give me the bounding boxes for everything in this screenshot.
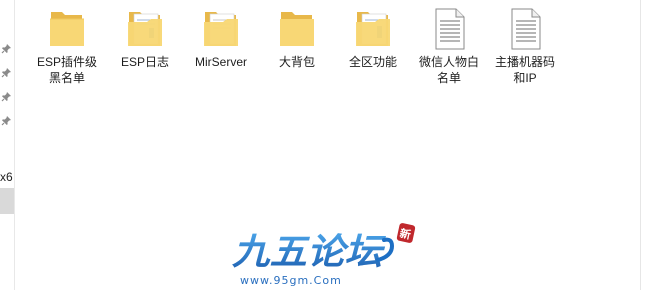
file-label-line: 名单 — [436, 71, 461, 85]
nav-item-selected[interactable] — [0, 188, 14, 214]
file-label-line: 全区功能 — [348, 55, 397, 69]
watermark-url: www.95gm.Com — [240, 274, 342, 287]
watermark-logo: 九五论坛 新 www.95gm.Com — [231, 223, 416, 287]
folder-with-files-icon — [356, 12, 390, 46]
scrollbar-track-edge — [640, 0, 641, 290]
file-label-line: 主播机器码 — [494, 55, 555, 69]
folder-icon — [50, 12, 84, 46]
pane-divider — [14, 0, 15, 290]
file-label-line: 大背包 — [278, 55, 315, 69]
folder-with-files-icon — [204, 12, 238, 46]
file-item-all-zone-features[interactable]: 全区功能 — [340, 6, 406, 70]
nav-item-truncated-label[interactable]: x6 — [0, 170, 13, 184]
pin-icon[interactable] — [1, 67, 12, 78]
text-file-icon — [435, 8, 465, 50]
file-item-big-backpack[interactable]: 大背包 — [264, 6, 330, 70]
file-label-line: 和IP — [513, 71, 537, 85]
pin-icon[interactable] — [1, 91, 12, 102]
file-item-esp-plugin-blacklist[interactable]: ESP插件级 黑名单 — [34, 6, 100, 86]
navigation-pane: x6 — [0, 0, 15, 290]
watermark-logo-text: 九五论坛 — [232, 232, 386, 273]
file-item-wechat-whitelist[interactable]: 微信人物白 名单 — [416, 6, 482, 86]
file-item-esp-log[interactable]: ESP日志 — [112, 6, 178, 70]
folder-with-files-icon — [128, 12, 162, 46]
file-item-mirserver[interactable]: MirServer — [188, 6, 254, 70]
file-item-streamer-machine-code[interactable]: 主播机器码 和IP — [492, 6, 558, 86]
folder-icon — [280, 12, 314, 46]
file-label-line: ESP插件级 — [36, 55, 97, 69]
file-label-line: 微信人物白 — [418, 55, 479, 69]
pin-icon[interactable] — [1, 43, 12, 54]
text-file-icon — [511, 8, 541, 50]
file-label-line: MirServer — [194, 55, 247, 69]
file-label-line: 黑名单 — [48, 71, 85, 85]
file-label-line: ESP日志 — [120, 55, 169, 69]
pin-icon[interactable] — [1, 115, 12, 126]
